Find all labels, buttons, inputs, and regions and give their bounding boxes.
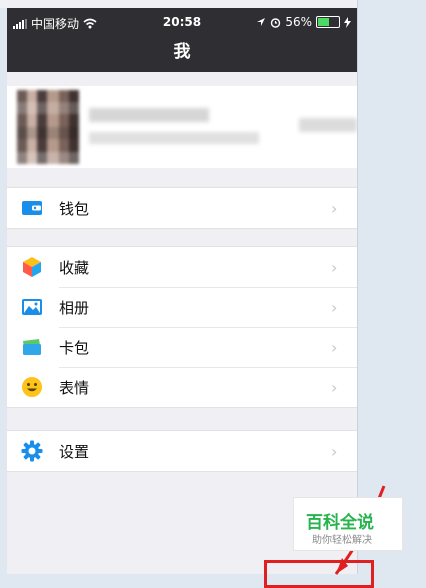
gear-icon: [21, 440, 43, 462]
location-arrow-icon: [257, 18, 266, 26]
favorites-cube-icon: [23, 257, 41, 277]
blurred-qr-code[interactable]: [299, 118, 357, 132]
menu-item-favorites[interactable]: 收藏 ›: [7, 247, 357, 287]
profile-card[interactable]: [7, 86, 357, 168]
album-photo-icon: [22, 299, 42, 315]
chevron-right-icon: ›: [331, 441, 338, 461]
menu-item-cards[interactable]: 卡包 ›: [7, 327, 357, 367]
battery-percent: 56%: [285, 15, 312, 29]
wallet-icon: [22, 201, 42, 215]
watermark-title: 百科全说: [306, 513, 374, 533]
menu-item-stickers[interactable]: 表情 ›: [7, 367, 357, 407]
charging-bolt-icon: [344, 16, 351, 28]
settings-group: 设置 ›: [7, 430, 357, 472]
smiley-face-icon: [22, 377, 42, 397]
status-bar: 中国移动 20:58 56%: [7, 8, 357, 36]
menu-label: 钱包: [59, 199, 90, 218]
blurred-wechat-id: [89, 132, 259, 144]
wallet-group: 钱包 ›: [7, 187, 357, 229]
card-package-icon: [23, 339, 41, 355]
watermark-logo: 百科全说 助你轻松解决: [293, 497, 403, 551]
collections-group: 收藏 › 相册 › 卡包 › 表情 ›: [7, 246, 357, 408]
phone-screen: 中国移动 20:58 56% 我 钱包 › 收藏 › 相册 › 卡包 › 表情 …: [7, 0, 357, 574]
menu-item-settings[interactable]: 设置 ›: [7, 431, 357, 471]
chevron-right-icon: ›: [331, 297, 338, 317]
watermark-subtitle: 助你轻松解决: [312, 535, 372, 546]
annotation-highlight-box: [264, 560, 374, 588]
menu-label: 表情: [59, 378, 90, 397]
chevron-right-icon: ›: [331, 198, 338, 218]
page-title: 我: [173, 42, 191, 62]
menu-label: 收藏: [59, 258, 90, 277]
menu-label: 设置: [59, 442, 90, 461]
menu-item-wallet[interactable]: 钱包 ›: [7, 188, 357, 228]
blurred-nickname: [89, 108, 209, 122]
chevron-right-icon: ›: [331, 337, 338, 357]
chevron-right-icon: ›: [331, 377, 338, 397]
avatar[interactable]: [17, 90, 79, 164]
alarm-clock-icon: [271, 17, 281, 28]
menu-label: 相册: [59, 298, 90, 317]
chevron-right-icon: ›: [331, 257, 338, 277]
menu-item-album[interactable]: 相册 ›: [7, 287, 357, 327]
menu-label: 卡包: [59, 338, 90, 357]
battery-icon: [316, 16, 340, 28]
nav-bar: 我: [7, 36, 357, 72]
